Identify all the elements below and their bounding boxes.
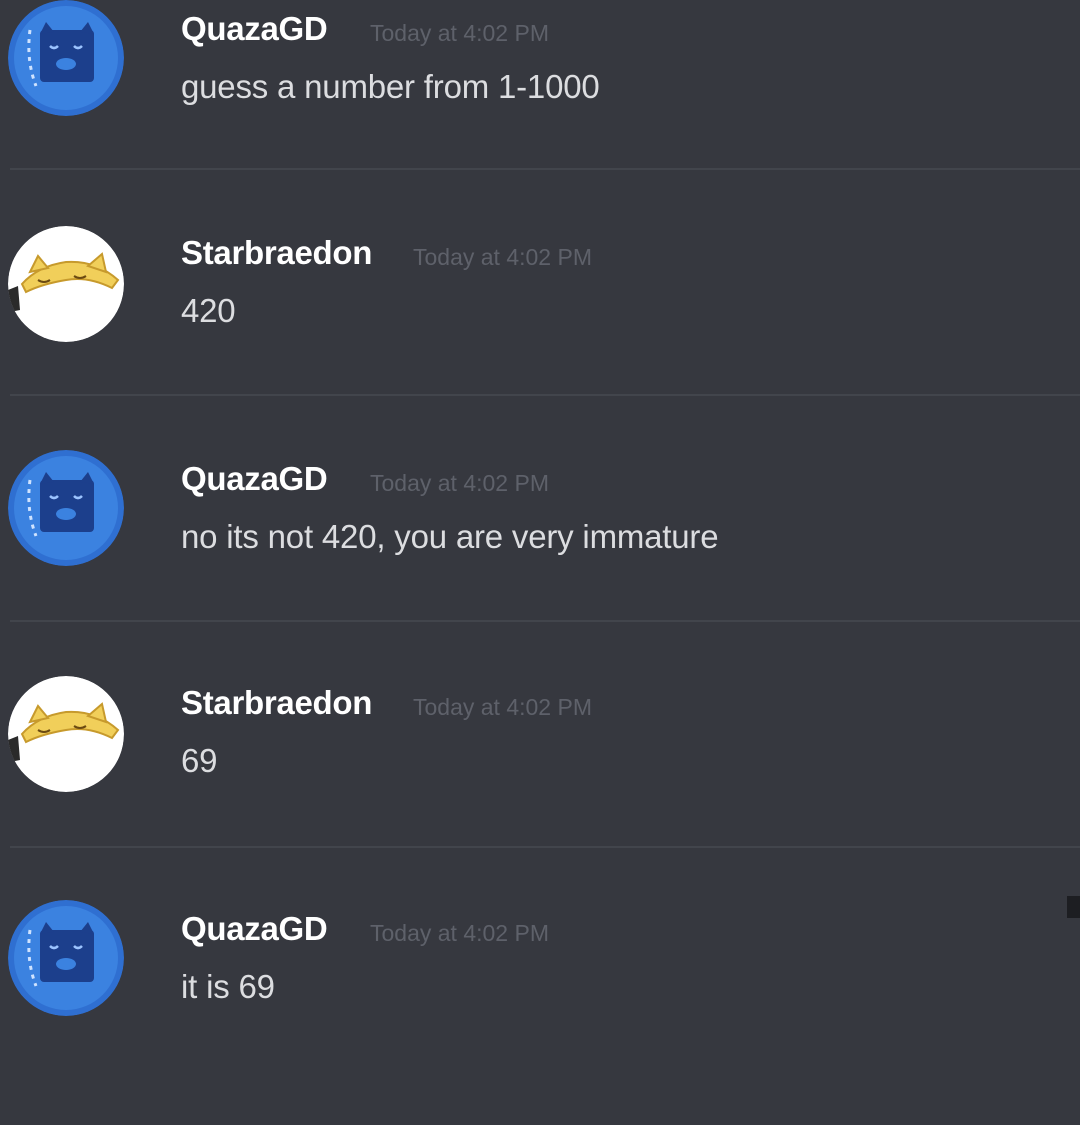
message-text: 69 [181, 742, 218, 779]
message-item: Starbraedon Today at 4:02 PM 420 [0, 224, 1080, 449]
message-timestamp: Today at 4:02 PM [370, 20, 549, 46]
message-divider [10, 846, 1080, 848]
author-name[interactable]: Starbraedon [181, 684, 372, 722]
yellow-cat-avatar-icon[interactable] [8, 226, 124, 342]
blue-cat-avatar-icon[interactable] [8, 900, 124, 1016]
message-timestamp: Today at 4:02 PM [413, 694, 592, 720]
author-name[interactable]: QuazaGD [181, 10, 328, 48]
message-item: Starbraedon Today at 4:02 PM 69 [0, 674, 1080, 899]
message-item: QuazaGD Today at 4:02 PM guess a number … [0, 0, 1080, 225]
message-text: it is 69 [181, 968, 275, 1005]
message-divider [10, 168, 1080, 170]
message-text: 420 [181, 292, 236, 329]
message-timestamp: Today at 4:02 PM [370, 470, 549, 496]
message-divider [10, 394, 1080, 396]
author-name[interactable]: QuazaGD [181, 910, 328, 948]
message-timestamp: Today at 4:02 PM [370, 920, 549, 946]
message-item: QuazaGD Today at 4:02 PM no its not 420,… [0, 450, 1080, 675]
message-divider [10, 620, 1080, 622]
author-name[interactable]: Starbraedon [181, 234, 372, 272]
message-timestamp: Today at 4:02 PM [413, 244, 592, 270]
blue-cat-avatar-icon[interactable] [8, 450, 124, 566]
chat-message-list: QuazaGD Today at 4:02 PM guess a number … [0, 0, 1080, 1038]
blue-cat-avatar-icon[interactable] [8, 0, 124, 116]
message-item: QuazaGD Today at 4:02 PM it is 69 [0, 900, 1080, 1125]
message-text: no its not 420, you are very immature [181, 518, 719, 555]
author-name[interactable]: QuazaGD [181, 460, 328, 498]
yellow-cat-avatar-icon[interactable] [8, 676, 124, 792]
scrollbar-edge [1067, 896, 1080, 918]
message-text: guess a number from 1-1000 [181, 68, 600, 105]
